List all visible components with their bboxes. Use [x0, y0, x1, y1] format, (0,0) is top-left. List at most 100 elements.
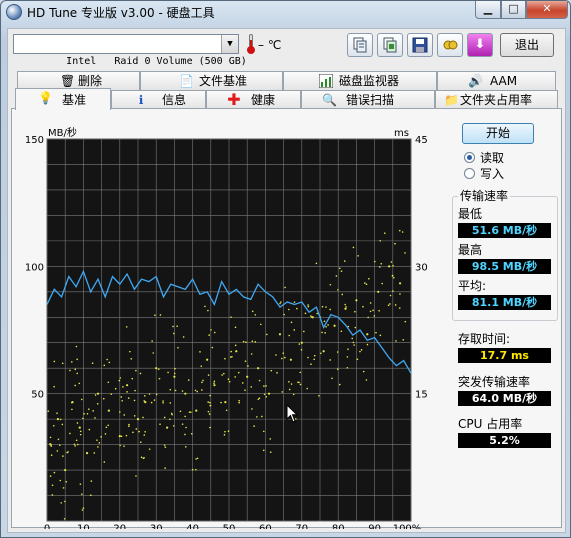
access-point: [200, 365, 203, 367]
trash-icon: 🗑: [60, 74, 76, 88]
tab-error-scan[interactable]: 🔍 错误扫描: [301, 90, 435, 109]
access-point: [78, 382, 81, 385]
access-point: [53, 385, 55, 388]
drive-select[interactable]: Intel Raid 0 Volume (500 GB) ▼: [13, 34, 247, 67]
access-point: [107, 381, 110, 384]
access-point: [316, 312, 318, 315]
access-point: [357, 255, 359, 257]
access-point: [139, 441, 142, 443]
access-point: [123, 414, 126, 416]
access-point: [76, 422, 79, 424]
tab-aam[interactable]: 🔊 AAM: [437, 71, 556, 90]
minimize-button[interactable]: ▁: [475, 1, 501, 19]
access-point: [189, 411, 192, 413]
access-point: [173, 372, 176, 375]
download-icon: ⬇: [474, 37, 486, 52]
access-point: [230, 356, 232, 358]
y-left-tick-label: 100: [25, 262, 44, 273]
tab-file-benchmark[interactable]: 📄 文件基准: [140, 71, 283, 90]
access-point: [230, 350, 232, 353]
access-point: [118, 379, 121, 382]
access-point: [265, 395, 268, 398]
access-time-label: 存取时间:: [458, 332, 511, 346]
access-point: [79, 430, 82, 433]
access-point: [313, 354, 316, 357]
options-button[interactable]: [437, 33, 463, 57]
access-point: [338, 383, 341, 386]
access-point: [321, 305, 324, 308]
access-point: [327, 324, 329, 326]
access-point: [114, 387, 117, 390]
exit-button[interactable]: 退出: [500, 33, 554, 57]
cpu-usage-value: 5.2%: [458, 433, 551, 448]
access-point: [202, 379, 204, 382]
access-point: [91, 362, 94, 365]
avg-label: 平均:: [458, 279, 487, 293]
access-point: [269, 438, 272, 440]
access-point: [404, 252, 406, 254]
start-button[interactable]: 开始: [462, 123, 534, 144]
access-point: [230, 316, 232, 319]
access-point: [402, 339, 405, 341]
access-point: [157, 368, 160, 370]
access-point: [128, 423, 130, 426]
tab-info[interactable]: ℹ 信息: [111, 90, 206, 109]
access-point: [125, 434, 128, 437]
maximize-button[interactable]: □: [501, 1, 526, 19]
access-point: [126, 391, 128, 393]
access-point: [56, 418, 60, 421]
access-point: [57, 438, 60, 441]
access-point: [369, 310, 372, 313]
chevron-down-icon[interactable]: ▼: [221, 35, 238, 53]
folder-icon: 📁: [444, 93, 459, 107]
access-point: [209, 401, 211, 404]
access-point: [344, 307, 347, 310]
copy-info-button[interactable]: [347, 33, 373, 57]
access-point: [320, 352, 322, 355]
access-point: [373, 260, 376, 263]
tab-disk-monitor[interactable]: 磁盘监视器: [283, 71, 437, 90]
access-point: [325, 306, 327, 308]
close-button[interactable]: ✕: [526, 1, 568, 19]
access-point: [172, 425, 175, 427]
tab-benchmark[interactable]: 💡 基准: [15, 88, 111, 110]
access-point: [265, 385, 267, 387]
access-point: [244, 360, 247, 362]
access-point: [235, 350, 238, 353]
min-value: 51.6 MB/秒: [458, 223, 551, 238]
access-point: [201, 381, 203, 384]
access-point: [59, 418, 62, 421]
access-point: [238, 401, 240, 404]
access-point: [169, 388, 172, 391]
access-point: [129, 350, 131, 353]
write-radio[interactable]: [464, 168, 475, 179]
read-radio[interactable]: [464, 152, 475, 163]
access-point: [190, 432, 193, 435]
save-icon: [412, 37, 428, 53]
access-point: [369, 302, 372, 304]
access-point: [50, 445, 53, 447]
max-value: 98.5 MB/秒: [458, 259, 551, 274]
access-point: [155, 367, 158, 370]
access-point: [51, 484, 54, 487]
access-point: [213, 384, 216, 387]
tab-folder-usage[interactable]: 📁 文件夹占用率: [435, 90, 558, 109]
access-point: [87, 408, 90, 410]
access-point: [119, 377, 122, 379]
access-point: [368, 277, 370, 280]
access-point: [50, 454, 53, 456]
access-point: [208, 413, 211, 415]
save-button[interactable]: [407, 33, 433, 57]
access-point: [176, 325, 178, 328]
access-point: [119, 444, 121, 447]
access-point: [224, 357, 226, 360]
download-button[interactable]: ⬇: [467, 33, 493, 57]
access-point: [258, 397, 261, 399]
access-point: [387, 304, 390, 307]
copy-screenshot-button[interactable]: [377, 33, 403, 57]
access-point: [108, 361, 111, 364]
access-point: [257, 367, 260, 370]
access-point: [337, 289, 339, 291]
access-point: [237, 371, 240, 374]
tab-health[interactable]: ✚ 健康: [206, 90, 301, 109]
